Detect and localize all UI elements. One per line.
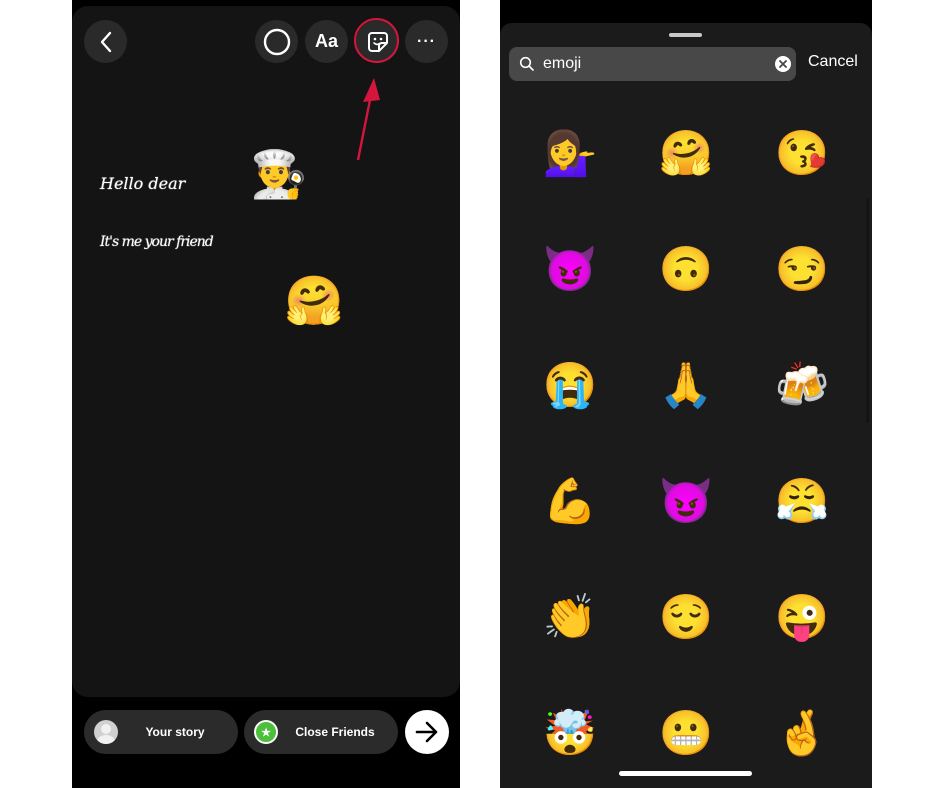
sticker-result[interactable]: 🤗 <box>626 95 746 211</box>
cancel-button[interactable]: Cancel <box>808 53 858 71</box>
share-bar: Your story ★ Close Friends <box>72 710 460 754</box>
sticker-result[interactable]: 🍻 <box>742 327 862 443</box>
sticker-result[interactable]: 🙏 <box>626 327 746 443</box>
circle-icon <box>263 28 290 55</box>
sticker-result[interactable]: 🤞 <box>742 675 862 788</box>
sticker-result[interactable]: 😈 <box>626 443 746 559</box>
sticker-result[interactable]: 💁‍♀️ <box>510 95 630 211</box>
sticker-result[interactable]: 🤯 <box>510 675 630 788</box>
arrow-right-icon <box>415 721 438 743</box>
search-input[interactable] <box>541 54 765 74</box>
annotation-arrow-icon <box>356 78 380 161</box>
home-indicator <box>619 771 752 776</box>
chevron-left-icon <box>100 31 111 52</box>
your-story-label: Your story <box>145 725 205 739</box>
back-button[interactable] <box>84 20 127 63</box>
sticker-result[interactable]: 😈 <box>510 211 630 327</box>
sticker-button[interactable] <box>356 20 399 63</box>
text-button[interactable]: Aa <box>305 20 348 63</box>
close-friends-label: Close Friends <box>295 725 375 739</box>
canvas-text-friend[interactable]: It's me your friend <box>100 234 214 250</box>
sticker-icon <box>367 31 388 52</box>
sticker-search-field[interactable] <box>509 47 796 81</box>
close-friends-button[interactable]: ★ Close Friends <box>244 710 398 754</box>
clear-search-button[interactable] <box>775 56 791 72</box>
next-button[interactable] <box>405 710 449 754</box>
sticker-result[interactable]: 👏 <box>510 559 630 675</box>
more-icon: ··· <box>417 32 436 50</box>
sticker-result[interactable]: 🙃 <box>626 211 746 327</box>
your-story-button[interactable]: Your story <box>84 710 238 754</box>
scrollbar[interactable] <box>866 198 869 423</box>
draw-button[interactable] <box>255 20 298 63</box>
sticker-search-screen: Cancel 💁‍♀️🤗😘😈🙃😏😭🙏🍻💪😈😤👏😌😜🤯😬🤞 <box>500 0 872 788</box>
story-canvas[interactable]: Aa ··· Hello dear It's me your friend 👨‍… <box>72 6 460 697</box>
story-editor-screen: Aa ··· Hello dear It's me your friend 👨‍… <box>72 0 460 788</box>
sticker-sheet: Cancel 💁‍♀️🤗😘😈🙃😏😭🙏🍻💪😈😤👏😌😜🤯😬🤞 <box>500 23 872 788</box>
sticker-result[interactable]: 😭 <box>510 327 630 443</box>
sticker-result[interactable]: 😤 <box>742 443 862 559</box>
sticker-result[interactable]: 😏 <box>742 211 862 327</box>
sticker-result[interactable]: 😘 <box>742 95 862 211</box>
text-button-label: Aa <box>314 31 338 51</box>
sticker-result[interactable]: 😜 <box>742 559 862 675</box>
canvas-sticker-hugging-face[interactable]: 🤗 <box>284 278 344 326</box>
sticker-result[interactable]: 😌 <box>626 559 746 675</box>
sticker-result[interactable]: 💪 <box>510 443 630 559</box>
canvas-sticker-chef-kiss[interactable]: 👨‍🍳 <box>250 151 307 197</box>
canvas-text-hello[interactable]: Hello dear <box>100 174 185 193</box>
search-icon <box>519 56 534 71</box>
close-icon <box>779 60 787 68</box>
more-button[interactable]: ··· <box>405 20 448 63</box>
sheet-grabber[interactable] <box>669 33 702 37</box>
